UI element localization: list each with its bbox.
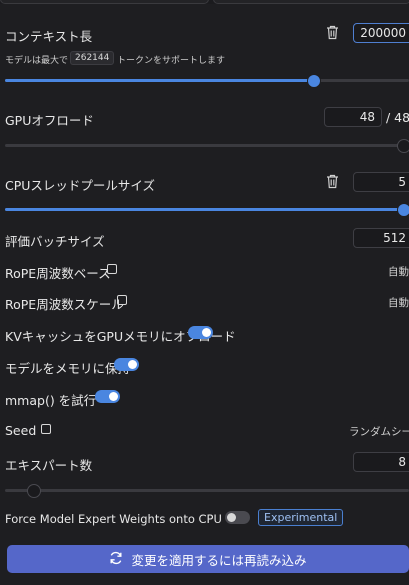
experts-slider-handle[interactable] [27,484,41,498]
gpu-offload-slider-handle[interactable] [397,139,409,153]
cpu-threads-slider[interactable] [5,203,409,217]
cpu-threads-slider-handle[interactable] [397,203,409,217]
experts-input[interactable]: 8 [353,452,409,472]
context-length-input[interactable]: 200000 [353,23,409,43]
context-length-slider-handle[interactable] [307,74,321,88]
force-expert-toggle[interactable] [225,511,250,524]
gpu-offload-label: GPUオフロード [5,113,94,128]
toggle-knob [109,392,118,401]
rope-base-label: RoPE周波数ベース [5,266,111,281]
trash-icon[interactable] [326,174,339,192]
gpu-offload-max: / 48 [386,110,409,125]
rope-base-value: 自動 [388,266,409,278]
force-expert-label: Force Model Expert Weights onto CPU [5,512,222,526]
rope-base-checkbox[interactable] [107,264,117,274]
max-tokens-chip: 262144 [70,51,115,65]
top-tab-left[interactable] [0,0,209,4]
top-tab-right[interactable] [213,0,409,4]
toggle-knob [227,513,236,522]
cpu-threads-slider-fill [5,208,409,211]
eval-batch-input[interactable]: 512 [353,228,409,248]
seed-label: Seed [5,423,37,438]
context-length-slider[interactable] [5,74,409,88]
top-strip [0,0,409,4]
experts-slider[interactable] [5,484,409,498]
kv-offload-toggle[interactable] [188,326,213,339]
keep-in-memory-toggle[interactable] [114,358,139,371]
reload-apply-label: 変更を適用するには再読み込み [131,552,307,568]
gpu-offload-slider[interactable] [5,139,409,153]
eval-batch-label: 評価バッチサイズ [5,234,105,249]
context-length-label: コンテキスト長 [5,29,93,44]
mmap-label: mmap() を試行 [5,393,97,408]
gpu-offload-input[interactable]: 48 [324,107,382,127]
trash-icon[interactable] [326,25,339,43]
context-hint-suffix: トークンをサポートします [117,56,226,66]
rope-scale-checkbox[interactable] [117,295,127,305]
reload-icon [109,551,123,568]
cpu-threads-input[interactable]: 5 [353,172,409,192]
toggle-knob [128,360,137,369]
toggle-knob [202,328,211,337]
seed-value: ランダムシード [349,426,409,438]
experimental-badge: Experimental [258,509,344,526]
context-hint-prefix: モデルは最大で [5,56,69,66]
context-length-slider-fill [5,79,313,82]
rope-scale-label: RoPE周波数スケール [5,297,124,312]
cpu-threads-label: CPUスレッドプールサイズ [5,178,156,193]
seed-checkbox[interactable] [41,424,51,434]
mmap-toggle[interactable] [95,390,120,403]
keep-in-memory-label: モデルをメモリに保持 [5,361,131,376]
reload-apply-button[interactable]: 変更を適用するには再読み込み [7,545,409,573]
experts-label: エキスパート数 [5,458,93,473]
rope-scale-value: 自動 [388,297,409,309]
